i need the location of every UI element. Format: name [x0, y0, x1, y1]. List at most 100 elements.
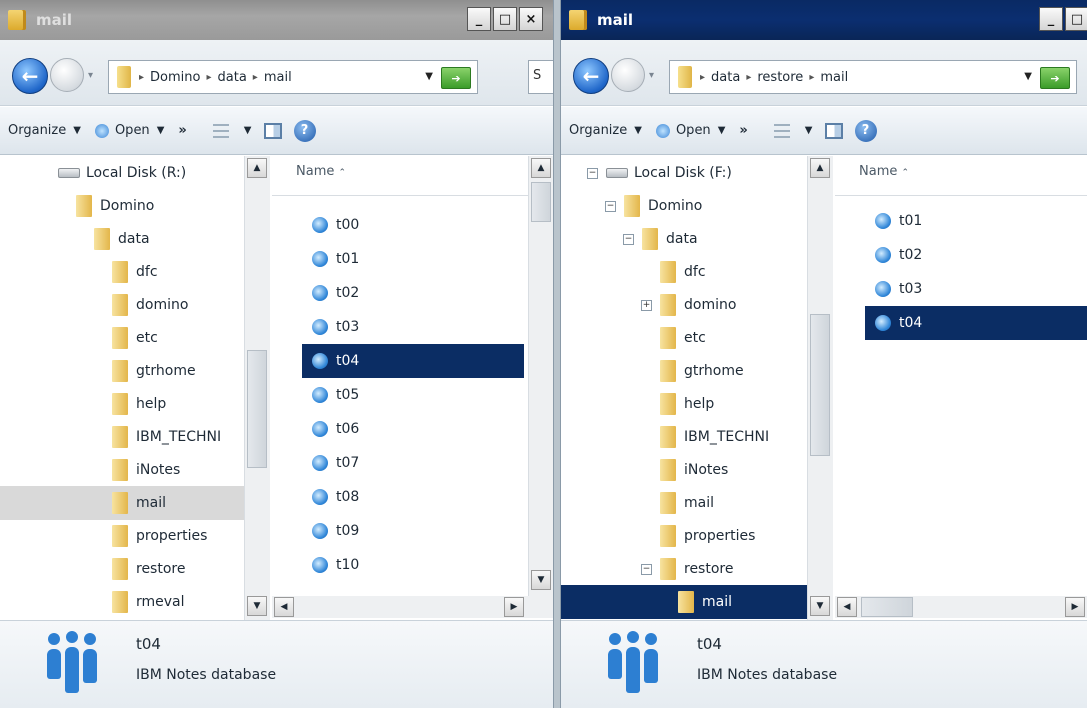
- minimize-button[interactable]: _: [1039, 7, 1063, 31]
- tree-item[interactable]: dfc: [641, 255, 706, 289]
- open-button[interactable]: Open ▼: [94, 123, 164, 138]
- view-dropdown[interactable]: ▼: [244, 125, 252, 136]
- scroll-down-arrow[interactable]: ▼: [810, 596, 830, 616]
- tree-expander[interactable]: −: [641, 563, 652, 575]
- tree-item[interactable]: mail: [561, 585, 807, 619]
- tree-item[interactable]: − Local Disk (F:): [587, 156, 732, 190]
- tree-item[interactable]: − restore: [641, 552, 733, 586]
- file-list-item[interactable]: t05: [302, 378, 359, 412]
- title-bar[interactable]: mail _ □ ×: [561, 0, 1087, 40]
- tree-item[interactable]: etc: [641, 321, 706, 355]
- file-list-item[interactable]: t09: [302, 514, 359, 548]
- address-bar[interactable]: ▸ data ▸ restore ▸ mail ▼ ➔: [669, 60, 1077, 94]
- more-commands-button[interactable]: »: [178, 123, 186, 138]
- tree-expander[interactable]: −: [605, 200, 616, 212]
- tree-scrollbar[interactable]: ▲ ▼: [807, 156, 833, 620]
- file-list-item[interactable]: t07: [302, 446, 359, 480]
- scroll-up-arrow[interactable]: ▲: [531, 158, 551, 178]
- open-button[interactable]: Open ▼: [655, 123, 725, 138]
- scroll-down-arrow[interactable]: ▼: [531, 570, 551, 590]
- scroll-left-arrow[interactable]: ◀: [837, 597, 857, 617]
- tree-expander[interactable]: −: [623, 233, 634, 245]
- recent-pages-dropdown[interactable]: ▾: [88, 70, 93, 81]
- tree-item[interactable]: help: [112, 387, 166, 421]
- title-bar[interactable]: mail _ □ ×: [0, 0, 553, 40]
- scroll-up-arrow[interactable]: ▲: [247, 158, 267, 178]
- tree-item[interactable]: IBM_TECHNI: [641, 420, 769, 454]
- file-list-item[interactable]: t04: [302, 344, 524, 378]
- file-list-item[interactable]: t10: [302, 548, 359, 582]
- tree-item[interactable]: rmeval: [112, 585, 185, 619]
- file-list-item[interactable]: t03: [865, 272, 922, 306]
- tree-item[interactable]: iNotes: [112, 453, 180, 487]
- go-icon[interactable]: ➔: [1040, 67, 1070, 89]
- tree-item[interactable]: − data: [623, 222, 698, 256]
- maximize-button[interactable]: □: [1065, 7, 1087, 31]
- file-list-item[interactable]: t06: [302, 412, 359, 446]
- tree-item[interactable]: properties: [112, 519, 207, 553]
- help-icon[interactable]: ?: [293, 119, 316, 142]
- tree-item[interactable]: etc: [112, 321, 158, 355]
- tree-item[interactable]: IBM_TECHNI: [112, 420, 221, 454]
- search-input[interactable]: S: [528, 60, 553, 94]
- breadcrumb-item[interactable]: data: [711, 70, 740, 85]
- breadcrumb-separator[interactable]: ▸: [746, 72, 751, 83]
- forward-arrow-icon[interactable]: [50, 58, 84, 92]
- scroll-right-arrow[interactable]: ▶: [1065, 597, 1085, 617]
- file-list-item[interactable]: t02: [865, 238, 922, 272]
- back-arrow-icon[interactable]: ←: [12, 58, 48, 94]
- view-icon[interactable]: [773, 123, 790, 138]
- tree-item[interactable]: properties: [641, 519, 755, 553]
- scroll-thumb[interactable]: [531, 182, 551, 222]
- back-arrow-icon[interactable]: ←: [573, 58, 609, 94]
- view-dropdown[interactable]: ▼: [805, 125, 813, 136]
- tree-item[interactable]: + domino: [641, 288, 736, 322]
- breadcrumb-separator[interactable]: ▸: [206, 72, 211, 83]
- help-icon[interactable]: ?: [854, 119, 877, 142]
- scroll-up-arrow[interactable]: ▲: [810, 158, 830, 178]
- tree-item[interactable]: mail: [0, 486, 244, 520]
- recent-pages-dropdown[interactable]: ▾: [649, 70, 654, 81]
- tree-item[interactable]: Local Disk (R:): [58, 156, 186, 190]
- scroll-left-arrow[interactable]: ◀: [274, 597, 294, 617]
- file-list-item[interactable]: t04: [865, 306, 1087, 340]
- horizontal-scrollbar[interactable]: ◀ ▶: [272, 596, 553, 618]
- tree-item[interactable]: data: [94, 222, 150, 256]
- tree-item[interactable]: dfc: [112, 255, 158, 289]
- breadcrumb-item[interactable]: data: [218, 70, 247, 85]
- name-column-header[interactable]: Name ⌃: [835, 156, 1087, 196]
- maximize-button[interactable]: □: [493, 7, 517, 31]
- scroll-thumb[interactable]: [810, 314, 830, 456]
- tree-item[interactable]: iNotes: [641, 453, 728, 487]
- scroll-right-arrow[interactable]: ▶: [504, 597, 524, 617]
- tree-item[interactable]: help: [641, 387, 714, 421]
- organize-button[interactable]: Organize ▼: [569, 123, 642, 138]
- list-scrollbar[interactable]: ▲ ▼: [528, 156, 553, 596]
- file-list-item[interactable]: t01: [302, 242, 359, 276]
- breadcrumb-separator[interactable]: ▸: [809, 72, 814, 83]
- breadcrumb-separator[interactable]: ▸: [253, 72, 258, 83]
- file-list-item[interactable]: t00: [302, 208, 359, 242]
- breadcrumb-separator[interactable]: ▸: [700, 72, 705, 83]
- tree-item[interactable]: gtrhome: [112, 354, 196, 388]
- file-list-item[interactable]: t08: [302, 480, 359, 514]
- scroll-thumb[interactable]: [247, 350, 267, 468]
- minimize-button[interactable]: _: [467, 7, 491, 31]
- address-dropdown[interactable]: ▼: [425, 71, 433, 82]
- tree-item[interactable]: mail: [641, 486, 714, 520]
- file-list-item[interactable]: t03: [302, 310, 359, 344]
- more-commands-button[interactable]: »: [739, 123, 747, 138]
- breadcrumb-item[interactable]: restore: [757, 70, 803, 85]
- go-icon[interactable]: ➔: [441, 67, 471, 89]
- tree-item[interactable]: − Domino: [605, 189, 702, 223]
- tree-expander[interactable]: −: [587, 167, 598, 179]
- file-list-item[interactable]: t01: [865, 204, 922, 238]
- breadcrumb-item[interactable]: Domino: [150, 70, 200, 85]
- name-column-header[interactable]: Name ⌃: [272, 156, 553, 196]
- tree-item[interactable]: gtrhome: [641, 354, 744, 388]
- preview-pane-icon[interactable]: [263, 122, 282, 139]
- scroll-down-arrow[interactable]: ▼: [247, 596, 267, 616]
- tree-item[interactable]: restore: [112, 552, 185, 586]
- horizontal-scrollbar[interactable]: ◀ ▶: [835, 596, 1087, 618]
- breadcrumb-separator[interactable]: ▸: [139, 72, 144, 83]
